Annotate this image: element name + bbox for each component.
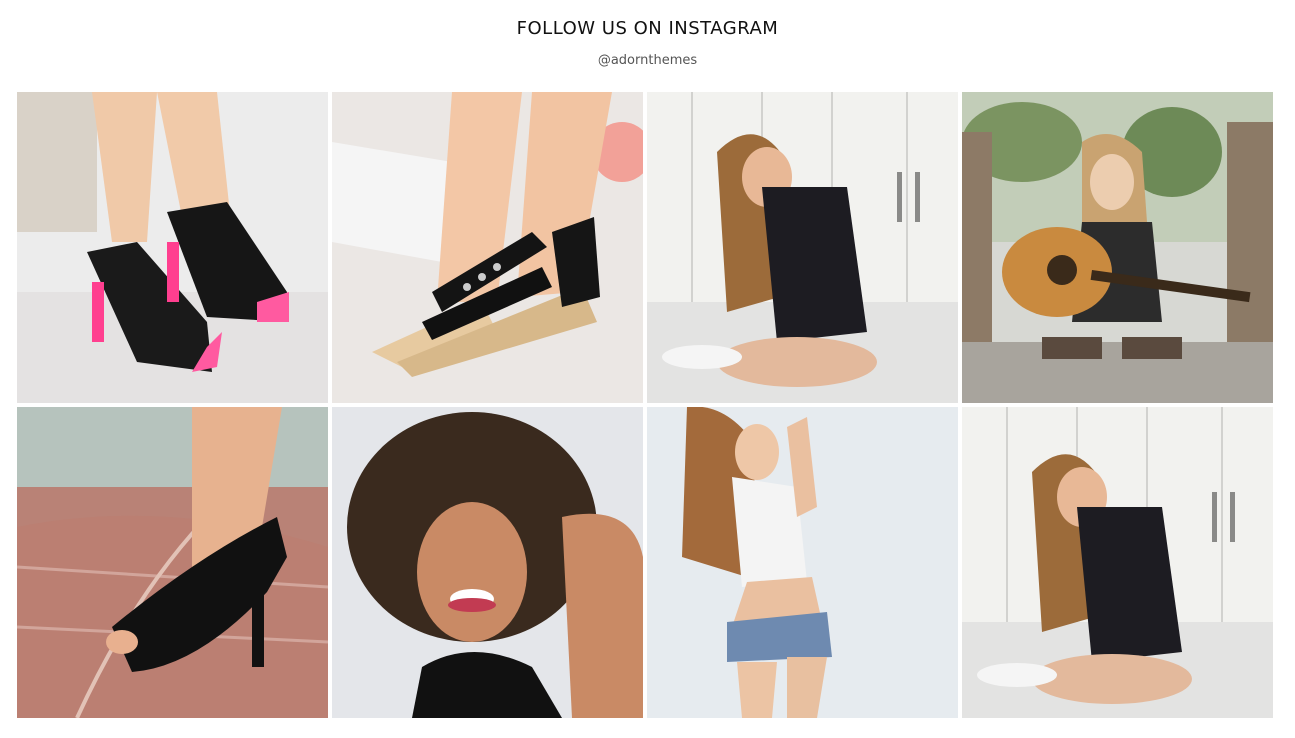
woman-seated-photo	[962, 407, 1273, 718]
guitar-photo	[962, 92, 1273, 403]
instagram-post-2[interactable]	[332, 92, 643, 403]
pump-photo	[17, 407, 328, 718]
curly-hair-photo	[332, 407, 643, 718]
instagram-post-7[interactable]	[647, 407, 958, 718]
heels-photo	[17, 92, 328, 403]
instagram-post-3[interactable]	[647, 92, 958, 403]
instagram-post-5[interactable]	[17, 407, 328, 718]
instagram-post-8[interactable]	[962, 407, 1273, 718]
denim-shorts-photo	[647, 407, 958, 718]
instagram-post-6[interactable]	[332, 407, 643, 718]
section-title: FOLLOW US ON INSTAGRAM	[516, 18, 779, 39]
instagram-grid	[17, 92, 1273, 718]
instagram-handle-link[interactable]: @adornthemes	[0, 53, 1295, 68]
sandals-photo	[332, 92, 643, 403]
instagram-post-1[interactable]	[17, 92, 328, 403]
instagram-post-4[interactable]	[962, 92, 1273, 403]
woman-seated-photo	[647, 92, 958, 403]
